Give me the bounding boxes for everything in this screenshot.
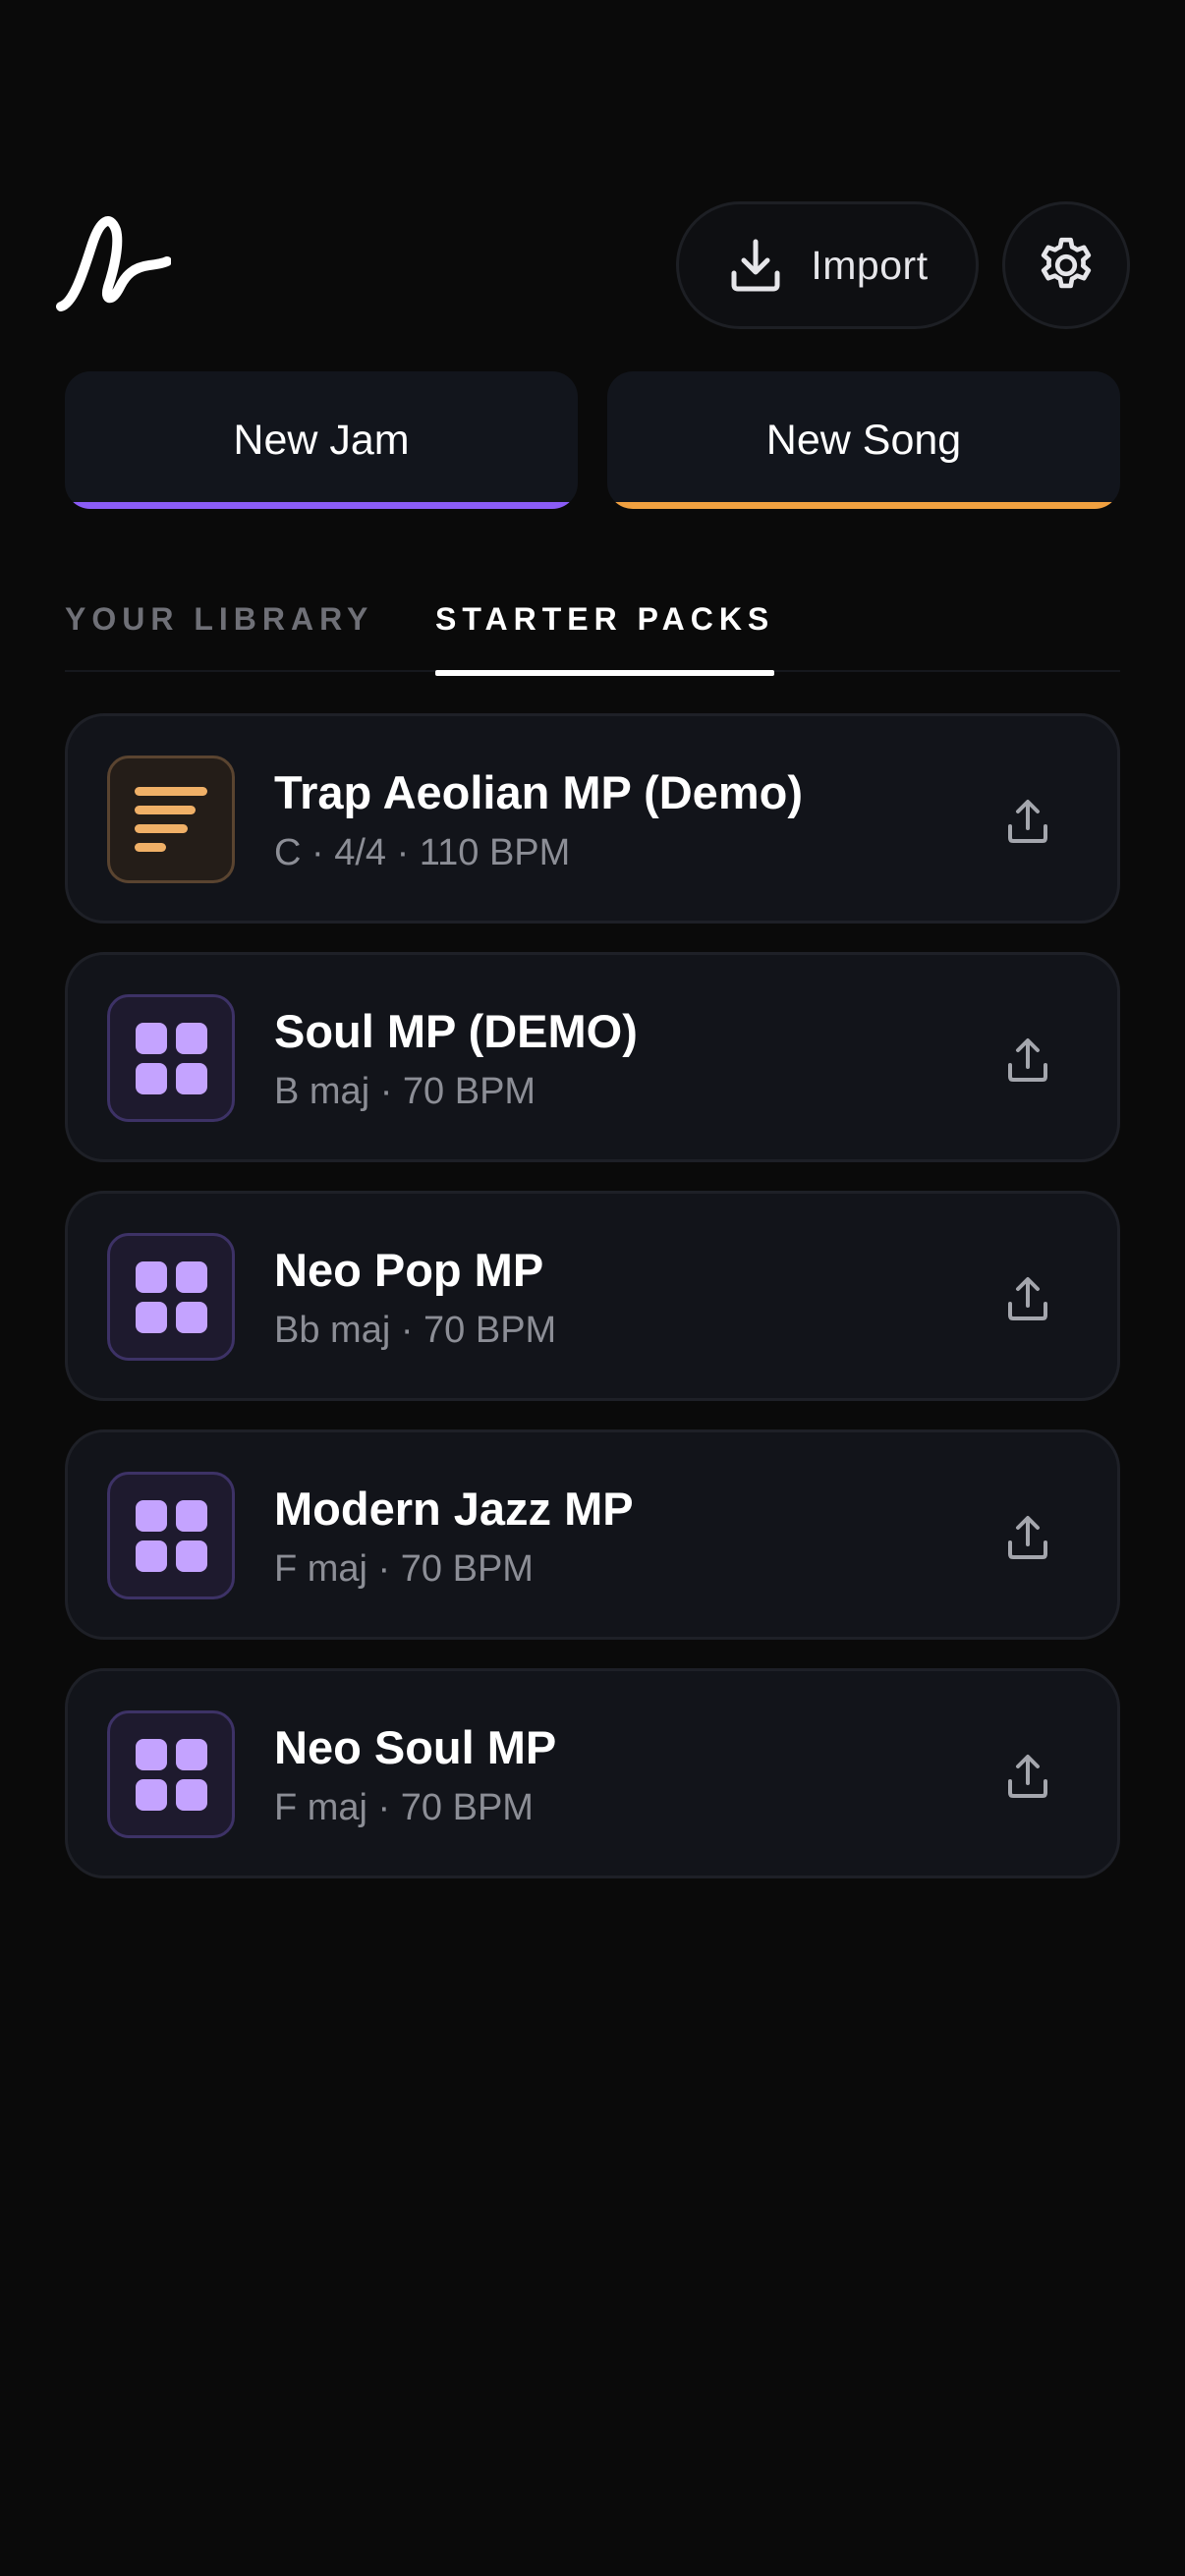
share-icon[interactable] bbox=[997, 791, 1058, 852]
share-icon[interactable] bbox=[997, 1268, 1058, 1329]
download-icon bbox=[726, 236, 785, 295]
app-header: Import bbox=[0, 0, 1185, 354]
share-icon[interactable] bbox=[997, 1030, 1058, 1091]
pack-title: Trap Aeolian MP (Demo) bbox=[274, 766, 803, 818]
import-label: Import bbox=[811, 242, 929, 288]
pack-meta: F maj · 70 BPM bbox=[274, 1787, 534, 1828]
share-icon[interactable] bbox=[997, 1507, 1058, 1568]
share-icon[interactable] bbox=[997, 1746, 1058, 1807]
tab-your-library[interactable]: YOUR LIBRARY bbox=[65, 601, 373, 672]
starter-pack-list: Trap Aeolian MP (Demo) C · 4/4 · 110 BPM… bbox=[65, 713, 1120, 1907]
pack-card[interactable]: Modern Jazz MP F maj · 70 BPM bbox=[65, 1429, 1120, 1640]
grid-icon bbox=[107, 994, 235, 1122]
wave-logo-icon bbox=[55, 208, 172, 316]
library-tabs: YOUR LIBRARY STARTER PACKS bbox=[65, 589, 1120, 676]
tab-your-library-label: YOUR LIBRARY bbox=[65, 601, 374, 637]
tab-starter-packs[interactable]: STARTER PACKS bbox=[435, 601, 775, 676]
grid-icon bbox=[107, 1472, 235, 1599]
pack-card[interactable]: Trap Aeolian MP (Demo) C · 4/4 · 110 BPM bbox=[65, 713, 1120, 924]
pack-title: Soul MP (DEMO) bbox=[274, 1005, 638, 1057]
pack-meta: C · 4/4 · 110 BPM bbox=[274, 832, 571, 873]
new-song-label: New Song bbox=[765, 416, 962, 464]
new-song-accent-bar bbox=[607, 502, 1120, 509]
pack-title: Modern Jazz MP bbox=[274, 1483, 634, 1535]
gear-icon bbox=[1034, 233, 1099, 298]
import-button[interactable]: Import bbox=[676, 201, 979, 329]
new-jam-accent-bar bbox=[65, 502, 578, 509]
grid-icon bbox=[107, 1710, 235, 1838]
new-song-button[interactable]: New Song bbox=[607, 371, 1120, 509]
starter-packs-screen: Import New Jam New Song YOUR LIBRARY STA… bbox=[0, 0, 1185, 2576]
tab-starter-packs-label: STARTER PACKS bbox=[435, 601, 775, 637]
pack-title: Neo Soul MP bbox=[274, 1721, 557, 1773]
pack-card[interactable]: Soul MP (DEMO) B maj · 70 BPM bbox=[65, 952, 1120, 1162]
pack-meta: B maj · 70 BPM bbox=[274, 1071, 536, 1112]
new-jam-label: New Jam bbox=[233, 416, 410, 464]
pack-card[interactable]: Neo Pop MP Bb maj · 70 BPM bbox=[65, 1191, 1120, 1401]
pack-card[interactable]: Neo Soul MP F maj · 70 BPM bbox=[65, 1668, 1120, 1878]
settings-button[interactable] bbox=[1002, 201, 1130, 329]
pack-title: Neo Pop MP bbox=[274, 1244, 544, 1296]
pack-meta: Bb maj · 70 BPM bbox=[274, 1310, 557, 1351]
active-tab-indicator bbox=[435, 670, 775, 676]
new-jam-button[interactable]: New Jam bbox=[65, 371, 578, 509]
lines-icon bbox=[107, 756, 235, 883]
pack-meta: F maj · 70 BPM bbox=[274, 1548, 534, 1590]
grid-icon bbox=[107, 1233, 235, 1361]
